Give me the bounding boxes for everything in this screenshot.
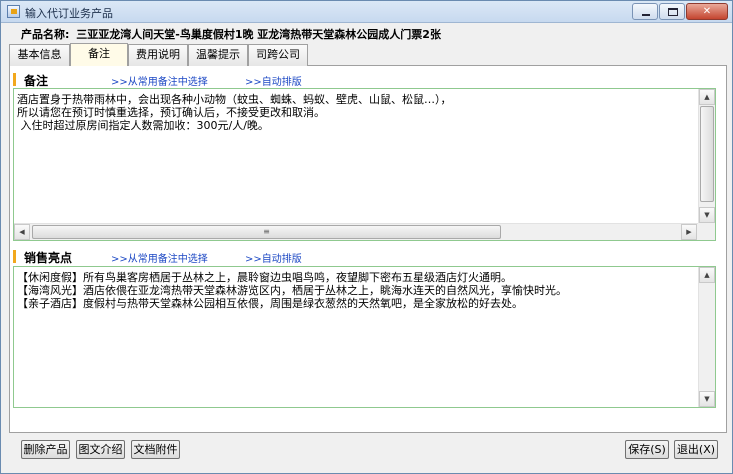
remarks-horizontal-scrollbar[interactable]: ◀ ≡ ▶ [14,223,698,240]
highlights-textarea[interactable]: 【休闲度假】所有鸟巢客房栖居于丛林之上，晨聆窗边虫唱鸟鸣，夜望脚下密布五星级酒店… [13,266,716,408]
highlights-title: 销售亮点 [24,251,73,265]
save-button[interactable]: 保存(S) [625,440,669,459]
product-name-value: 三亚亚龙湾人间天堂-鸟巢度假村1晚 亚龙湾热带天堂森林公园成人门票2张 [76,28,441,41]
close-button[interactable]: ✕ [686,3,728,20]
highlights-vertical-scrollbar[interactable]: ▲ ▼ [698,267,715,407]
scroll-down-icon[interactable]: ▼ [699,207,715,223]
remarks-text: 酒店置身于热带雨林中，会出现各种小动物（蚊虫、蜘蛛、蚂蚁、壁虎、山鼠、松鼠…），… [17,93,452,132]
tab-remarks[interactable]: 备注 [70,43,128,67]
maximize-button[interactable] [659,3,685,20]
scroll-thumb[interactable] [700,106,714,202]
tab-company[interactable]: 司跨公司 [248,44,308,66]
window-title: 输入代订业务产品 [25,7,113,20]
exit-button[interactable]: 退出(X) [674,440,718,459]
close-icon: ✕ [702,6,712,17]
scroll-up-icon[interactable]: ▲ [699,89,715,105]
highlights-auto-format-link[interactable]: >>自动排版 [245,250,302,265]
tab-warm-tips[interactable]: 温馨提示 [188,44,248,66]
remarks-auto-format-link[interactable]: >>自动排版 [245,73,302,88]
tab-content-panel: 备注 >>从常用备注中选择 >>自动排版 酒店置身于热带雨林中，会出现各种小动物… [9,66,727,433]
app-icon [7,5,20,18]
tab-basic-info[interactable]: 基本信息 [9,44,70,66]
remarks-header: 备注 >>从常用备注中选择 >>自动排版 [13,72,713,88]
remarks-title: 备注 [24,74,49,88]
product-name-row: 产品名称: 三亚亚龙湾人间天堂-鸟巢度假村1晚 亚龙湾热带天堂森林公园成人门票2… [21,26,441,42]
remarks-textarea[interactable]: 酒店置身于热带雨林中，会出现各种小动物（蚊虫、蜘蛛、蚂蚁、壁虎、山鼠、松鼠…），… [13,88,716,241]
delete-product-button[interactable]: 删除产品 [21,440,70,459]
title-bar[interactable]: 输入代订业务产品 ✕ [1,1,732,23]
minimize-icon [642,14,650,16]
product-name-label: 产品名称: [21,28,70,41]
remarks-select-common-link[interactable]: >>从常用备注中选择 [111,73,208,88]
minimize-button[interactable] [632,3,658,20]
scroll-thumb[interactable]: ≡ [32,225,501,239]
section-marker [13,250,16,263]
document-attachment-button[interactable]: 文档附件 [131,440,180,459]
highlights-text: 【休闲度假】所有鸟巢客房栖居于丛林之上，晨聆窗边虫唱鸟鸣，夜望脚下密布五星级酒店… [17,271,567,310]
tab-fee-description[interactable]: 费用说明 [128,44,188,66]
scroll-right-icon[interactable]: ▶ [681,224,697,240]
illustrated-intro-button[interactable]: 图文介绍 [76,440,125,459]
scroll-up-icon[interactable]: ▲ [699,267,715,283]
maximize-icon [668,8,678,16]
scroll-left-icon[interactable]: ◀ [14,224,30,240]
scroll-corner [698,223,715,240]
tab-strip: 基本信息 备注 费用说明 温馨提示 司跨公司 [9,43,727,67]
highlights-header: 销售亮点 >>从常用备注中选择 >>自动排版 [13,249,713,265]
dialog-window: 输入代订业务产品 ✕ 产品名称: 三亚亚龙湾人间天堂-鸟巢度假村1晚 亚龙湾热带… [0,0,733,474]
window-controls: ✕ [632,3,728,20]
remarks-vertical-scrollbar[interactable]: ▲ ▼ [698,89,715,223]
scroll-down-icon[interactable]: ▼ [699,391,715,407]
section-marker [13,73,16,86]
highlights-select-common-link[interactable]: >>从常用备注中选择 [111,250,208,265]
